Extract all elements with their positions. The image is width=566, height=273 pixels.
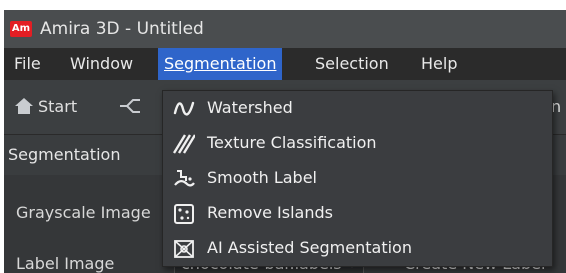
menu-bar: File Window Segmentation Selection Help: [4, 48, 566, 80]
menu-item-ai-assisted-segmentation[interactable]: AI Assisted Segmentation: [163, 231, 552, 266]
menu-selection[interactable]: Selection: [309, 48, 395, 80]
menu-item-remove-islands[interactable]: Remove Islands: [163, 196, 552, 231]
start-tab[interactable]: Start: [38, 96, 77, 118]
menu-segmentation-label: Segmentation: [164, 54, 277, 73]
watershed-icon: [173, 101, 195, 116]
window-title: Amira 3D - Untitled: [40, 19, 204, 39]
smooth-label-icon: [174, 170, 195, 187]
app-window: Am Amira 3D - Untitled File Window Segme…: [4, 10, 566, 273]
title-bar: Am Amira 3D - Untitled: [4, 10, 566, 48]
menu-item-smooth-label[interactable]: Smooth Label: [163, 161, 552, 196]
texture-classification-icon: [173, 134, 195, 154]
workflow-icon[interactable]: [119, 97, 141, 115]
menu-window[interactable]: Window: [64, 48, 139, 80]
remove-islands-icon: [174, 204, 194, 224]
segmentation-menu: Watershed Texture Classification Smooth …: [162, 90, 553, 267]
grayscale-image-label: Grayscale Image: [16, 203, 151, 222]
menu-help[interactable]: Help: [415, 48, 463, 80]
menu-item-label: Texture Classification: [207, 133, 377, 152]
menu-segmentation[interactable]: Segmentation: [158, 48, 283, 80]
home-icon[interactable]: [14, 97, 34, 115]
ai-segmentation-icon: [174, 240, 194, 258]
menu-item-label: Remove Islands: [207, 203, 333, 222]
menu-file[interactable]: File: [8, 48, 47, 80]
menu-item-label: AI Assisted Segmentation: [207, 238, 412, 257]
panel-title: Segmentation: [8, 145, 121, 164]
menu-item-texture-classification[interactable]: Texture Classification: [163, 126, 552, 161]
label-image-label: Label Image: [16, 254, 115, 273]
menu-item-label: Watershed: [207, 98, 293, 117]
app-logo: Am: [10, 21, 32, 37]
menu-item-label: Smooth Label: [207, 168, 317, 187]
menu-item-watershed[interactable]: Watershed: [163, 91, 552, 126]
